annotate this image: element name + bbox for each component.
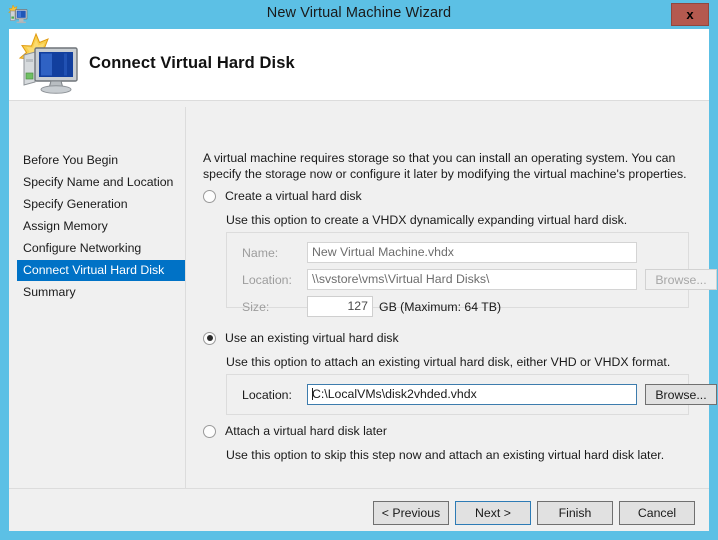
- wizard-content: A virtual machine requires storage so th…: [186, 101, 717, 488]
- radio-create-indicator[interactable]: [203, 189, 216, 203]
- create-disk-groupbox: Name: New Virtual Machine.vhdx Location:…: [226, 232, 717, 317]
- radio-use-existing-virtual-hard-disk[interactable]: Use an existing virtual hard disk: [203, 331, 399, 345]
- wizard-step-nav: Before You Begin Specify Name and Locati…: [9, 101, 186, 488]
- wizard-client-area: Connect Virtual Hard Disk Before You Beg…: [9, 29, 717, 531]
- title-bar: New Virtual Machine Wizard x: [0, 0, 718, 29]
- browse-button-create[interactable]: Browse...: [645, 269, 717, 290]
- page-title: Connect Virtual Hard Disk: [89, 54, 295, 72]
- location-field-existing-value: C:\LocalVMs\disk2vhded.vhdx: [312, 387, 477, 401]
- wizard-header: Connect Virtual Hard Disk: [9, 29, 709, 101]
- existing-option-description: Use this option to attach an existing vi…: [226, 355, 671, 369]
- existing-disk-groupbox: Location: C:\LocalVMs\disk2vhded.vhdx Br…: [226, 374, 717, 415]
- radio-attach-later-indicator[interactable]: [203, 424, 216, 438]
- next-button[interactable]: Next >: [455, 501, 531, 525]
- sidebar-item-specify-generation[interactable]: Specify Generation: [17, 194, 186, 215]
- close-button[interactable]: x: [671, 3, 709, 26]
- location-field-existing[interactable]: C:\LocalVMs\disk2vhded.vhdx: [307, 384, 637, 405]
- radio-attach-later-label: Attach a virtual hard disk later: [225, 424, 387, 438]
- size-field[interactable]: 127: [307, 296, 373, 317]
- previous-button[interactable]: < Previous: [373, 501, 449, 525]
- radio-attach-later[interactable]: Attach a virtual hard disk later: [203, 424, 387, 438]
- attach-later-description: Use this option to skip this step now an…: [226, 448, 665, 462]
- name-label: Name:: [242, 246, 279, 260]
- wizard-body: Before You Begin Specify Name and Locati…: [9, 101, 717, 488]
- browse-button-existing[interactable]: Browse...: [645, 384, 717, 405]
- location-field-create[interactable]: \\svstore\vms\Virtual Hard Disks\: [307, 269, 637, 290]
- radio-use-existing-indicator[interactable]: [203, 331, 216, 345]
- sidebar-item-configure-networking[interactable]: Configure Networking: [17, 238, 186, 259]
- radio-create-virtual-hard-disk[interactable]: Create a virtual hard disk: [203, 189, 362, 203]
- size-unit-text: GB (Maximum: 64 TB): [379, 300, 502, 314]
- virtual-machine-icon: [17, 32, 81, 96]
- create-option-description: Use this option to create a VHDX dynamic…: [226, 213, 628, 227]
- location-label-create: Location:: [242, 273, 292, 287]
- radio-create-label: Create a virtual hard disk: [225, 189, 362, 203]
- name-field[interactable]: New Virtual Machine.vhdx: [307, 242, 637, 263]
- sidebar-item-connect-virtual-hard-disk[interactable]: Connect Virtual Hard Disk: [17, 260, 186, 281]
- cancel-button[interactable]: Cancel: [619, 501, 695, 525]
- sidebar-item-specify-name-and-location[interactable]: Specify Name and Location: [17, 172, 186, 193]
- sidebar-item-summary[interactable]: Summary: [17, 282, 186, 303]
- intro-text: A virtual machine requires storage so th…: [203, 151, 687, 181]
- wizard-footer: < Previous Next > Finish Cancel: [9, 488, 709, 531]
- sidebar-item-assign-memory[interactable]: Assign Memory: [17, 216, 186, 237]
- sidebar-item-before-you-begin[interactable]: Before You Begin: [17, 150, 186, 171]
- finish-button[interactable]: Finish: [537, 501, 613, 525]
- radio-use-existing-label: Use an existing virtual hard disk: [225, 331, 399, 345]
- size-label: Size:: [242, 300, 270, 314]
- new-virtual-machine-wizard-window: New Virtual Machine Wizard x Connect Vir…: [0, 0, 718, 540]
- location-label-existing: Location:: [242, 388, 292, 402]
- window-title: New Virtual Machine Wizard: [266, 5, 452, 21]
